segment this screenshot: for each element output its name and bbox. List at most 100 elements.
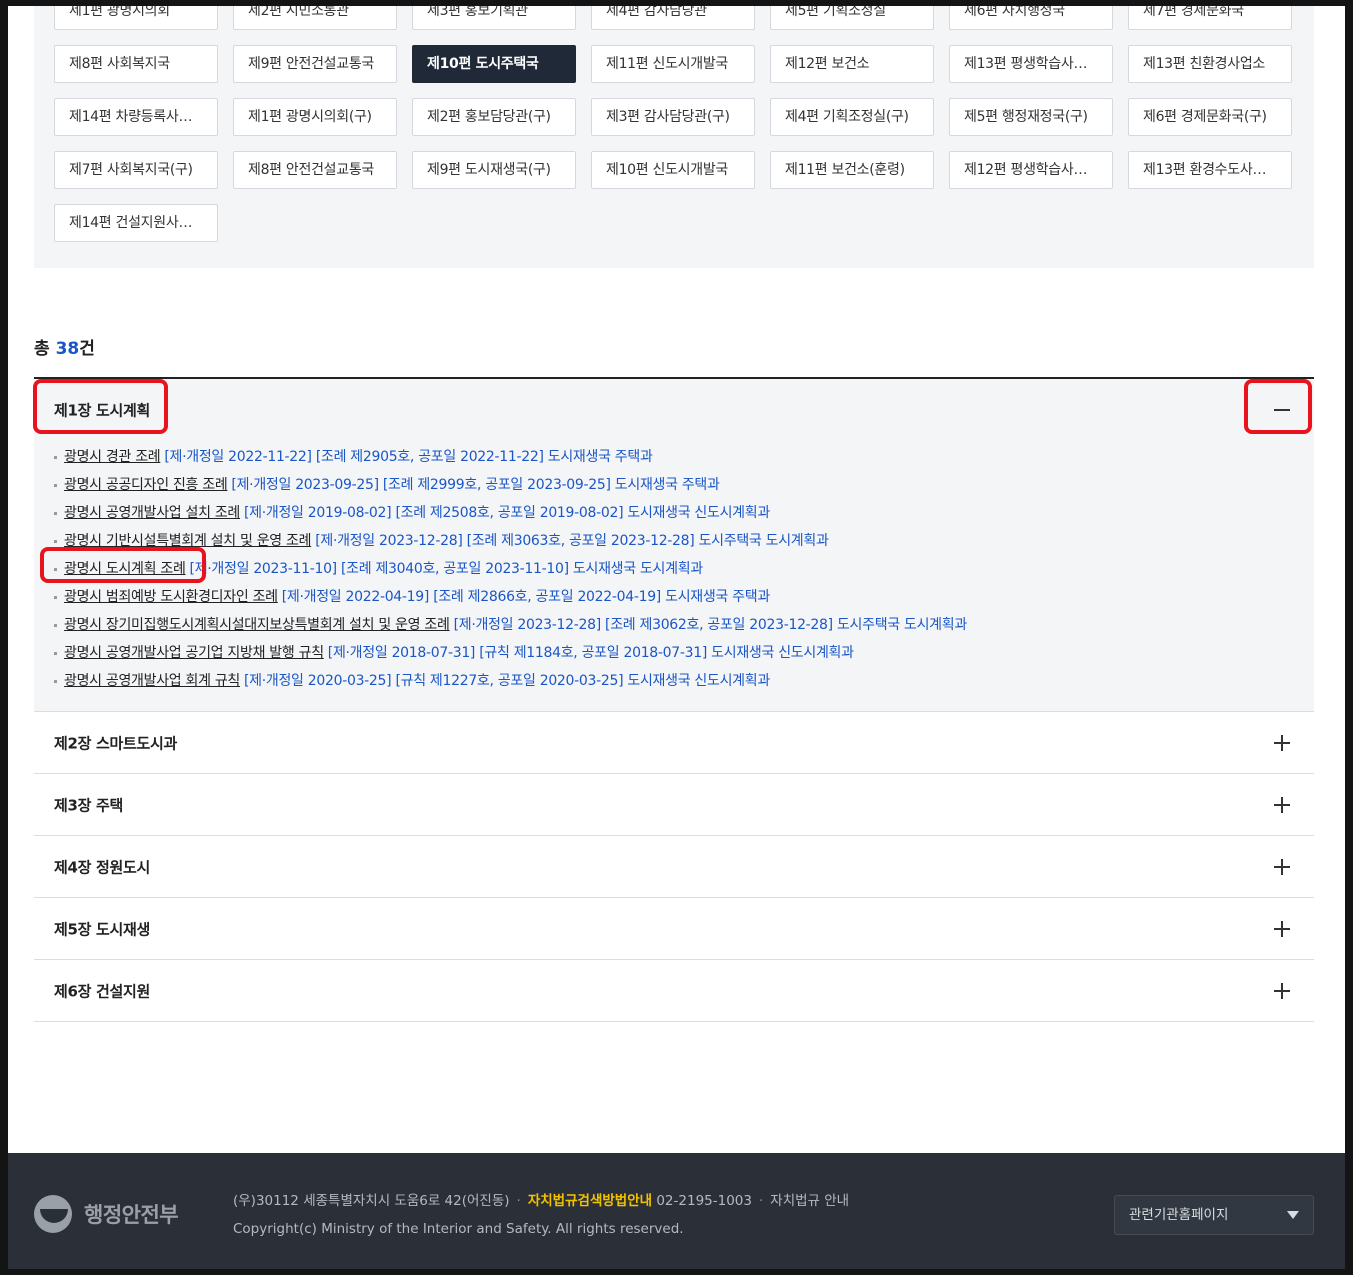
law-list-item: 광명시 범죄예방 도시환경디자인 조례 [제·개정일 2022-04-19] [조… xyxy=(54,583,1314,611)
category-button[interactable]: 제12편 평생학습사업소 xyxy=(949,151,1113,189)
law-name-link[interactable]: 광명시 기반시설특별회계 설치 및 운영 조례 xyxy=(64,533,312,549)
law-name-link[interactable]: 광명시 장기미집행도시계획시설대지보상특별회계 설치 및 운영 조례 xyxy=(64,617,450,633)
bullet-icon xyxy=(54,483,57,487)
category-button[interactable]: 제13편 환경수도사업소 xyxy=(1128,151,1292,189)
category-button[interactable]: 제5편 기획조정실 xyxy=(770,6,934,30)
law-list-item: 광명시 기반시설특별회계 설치 및 운영 조례 [제·개정일 2023-12-28… xyxy=(54,527,1314,555)
expand-plus-icon[interactable] xyxy=(1274,982,1290,999)
category-button[interactable]: 제13편 평생학습사업소 xyxy=(949,45,1113,83)
category-button[interactable]: 제10편 신도시개발국 xyxy=(591,151,755,189)
logo-text: 행정안전부 xyxy=(84,1203,179,1227)
law-name-link[interactable]: 광명시 도시계획 조례 xyxy=(64,561,186,577)
chapter-header[interactable]: 제6장 건설지원 xyxy=(34,960,1314,1021)
chapter-title[interactable]: 제2장 스마트도시과 xyxy=(54,732,177,753)
category-button[interactable]: 제8편 사회복지국 xyxy=(54,45,218,83)
expand-plus-icon[interactable] xyxy=(1274,858,1290,875)
site-footer: 행정안전부 (우)30112 세종특별자치시 도움6로 42(어진동) · 자치법규… xyxy=(8,1153,1345,1269)
law-meta: [제·개정일 2023-12-28] [조례 제3063호, 공포일 2023-… xyxy=(315,533,829,549)
law-list-item: 광명시 장기미집행도시계획시설대지보상특별회계 설치 및 운영 조례 [제·개정일… xyxy=(54,611,1314,639)
chapter-header[interactable]: 제2장 스마트도시과 xyxy=(34,712,1314,773)
category-button[interactable]: 제14편 차량등록사업소 xyxy=(54,98,218,136)
category-button[interactable]: 제2편 시민소통관 xyxy=(233,6,397,30)
law-meta: [제·개정일 2023-11-10] [조례 제3040호, 공포일 2023-… xyxy=(189,561,704,577)
law-meta: [제·개정일 2023-09-25] [조례 제2999호, 공포일 2023-… xyxy=(231,477,720,493)
category-button[interactable]: 제9편 도시재생국(구) xyxy=(412,151,576,189)
category-button[interactable]: 제14편 건설지원사업소 xyxy=(54,204,218,242)
search-guide-link[interactable]: 자치법규검색방법안내 xyxy=(528,1193,652,1209)
footer-phone: 02-2195-1003 xyxy=(656,1193,752,1209)
law-name-link[interactable]: 광명시 경관 조례 xyxy=(64,449,161,465)
total-count: 총 38건 xyxy=(34,339,95,359)
category-button[interactable]: 제8편 안전건설교통국 xyxy=(233,151,397,189)
category-button[interactable]: 제5편 행정재정국(구) xyxy=(949,98,1113,136)
bullet-icon xyxy=(54,455,57,459)
law-list-item: 광명시 공영개발사업 공기업 지방채 발행 규칙 [제·개정일 2018-07-3… xyxy=(54,639,1314,667)
bullet-icon xyxy=(54,567,57,571)
law-list-item: 광명시 공공디자인 진흥 조례 [제·개정일 2023-09-25] [조례 제2… xyxy=(54,471,1314,499)
bullet-icon xyxy=(54,595,57,599)
chapter-header[interactable]: 제4장 정원도시 xyxy=(34,836,1314,897)
law-name-link[interactable]: 광명시 공영개발사업 공기업 지방채 발행 규칙 xyxy=(64,645,324,661)
footer-address: (우)30112 세종특별자치시 도움6로 42(어진동) xyxy=(233,1193,510,1209)
category-button[interactable]: 제11편 보건소(훈령) xyxy=(770,151,934,189)
expand-plus-icon[interactable] xyxy=(1274,734,1290,751)
chapter-title[interactable]: 제4장 정원도시 xyxy=(54,856,150,877)
law-list-item: 광명시 공영개발사업 회계 규칙 [제·개정일 2020-03-25] [규칙 제… xyxy=(54,667,1314,695)
related-sites-label: 관련기관홈페이지 xyxy=(1129,1207,1229,1223)
category-button[interactable]: 제3편 홍보기획관 xyxy=(412,6,576,30)
category-button[interactable]: 제3편 감사담당관(구) xyxy=(591,98,755,136)
category-button[interactable]: 제11편 신도시개발국 xyxy=(591,45,755,83)
related-sites-select[interactable]: 관련기관홈페이지 xyxy=(1114,1195,1314,1235)
category-button[interactable]: 제4편 기획조정실(구) xyxy=(770,98,934,136)
category-button[interactable]: 제6편 경제문화국(구) xyxy=(1128,98,1292,136)
ministry-logo: 행정안전부 xyxy=(34,1195,179,1233)
law-name-link[interactable]: 광명시 공영개발사업 설치 조례 xyxy=(64,505,240,521)
law-list: 광명시 경관 조례 [제·개정일 2022-11-22] [조례 제2905호, … xyxy=(34,441,1314,711)
law-list-item: 광명시 경관 조례 [제·개정일 2022-11-22] [조례 제2905호, … xyxy=(54,443,1314,471)
taegeuk-logo-icon xyxy=(34,1195,72,1233)
chapter-header[interactable]: 제3장 주택 xyxy=(34,774,1314,835)
bullet-icon xyxy=(54,539,57,543)
expand-plus-icon[interactable] xyxy=(1274,920,1290,937)
chapter-title[interactable]: 제5장 도시재생 xyxy=(54,918,150,939)
law-name-link[interactable]: 광명시 공공디자인 진흥 조례 xyxy=(64,477,228,493)
expand-plus-icon[interactable] xyxy=(1274,796,1290,813)
law-meta: [제·개정일 2020-03-25] [규칙 제1227호, 공포일 2020-… xyxy=(244,673,770,689)
law-list-item: 광명시 도시계획 조례 [제·개정일 2023-11-10] [조례 제3040호… xyxy=(54,555,1314,583)
category-button[interactable]: 제7편 경제문화국 xyxy=(1128,6,1292,30)
law-meta: [제·개정일 2022-04-19] [조례 제2866호, 공포일 2022-… xyxy=(281,589,770,605)
chapter-header[interactable]: 제5장 도시재생 xyxy=(34,898,1314,959)
category-button[interactable]: 제12편 보건소 xyxy=(770,45,934,83)
category-button[interactable]: 제2편 홍보담당관(구) xyxy=(412,98,576,136)
category-button[interactable]: 제10편 도시주택국 xyxy=(412,45,576,83)
category-grid: 제1편 광명시의회 제2편 시민소통관 제3편 홍보기획관 제4편 감사담당관 제5편 … xyxy=(34,6,1314,268)
law-meta: [제·개정일 2022-11-22] [조례 제2905호, 공포일 2022-… xyxy=(164,449,653,465)
chapter-header[interactable]: 제1장 도시계획 xyxy=(34,379,1314,441)
collapse-minus-icon[interactable] xyxy=(1274,402,1290,418)
bullet-icon xyxy=(54,679,57,683)
chapter-title[interactable]: 제1장 도시계획 xyxy=(54,400,150,421)
law-name-link[interactable]: 광명시 공영개발사업 회계 규칙 xyxy=(64,673,240,689)
category-button[interactable]: 제9편 안전건설교통국 xyxy=(233,45,397,83)
category-button[interactable]: 제13편 친환경사업소 xyxy=(1128,45,1292,83)
category-button[interactable]: 제7편 사회복지국(구) xyxy=(54,151,218,189)
law-name-link[interactable]: 광명시 범죄예방 도시환경디자인 조례 xyxy=(64,589,278,605)
chapter-title[interactable]: 제6장 건설지원 xyxy=(54,980,150,1001)
ordinance-info-link[interactable]: 자치법규 안내 xyxy=(770,1193,849,1209)
category-button[interactable]: 제6편 자치행정국 xyxy=(949,6,1113,30)
caret-down-icon xyxy=(1287,1211,1299,1219)
chapter-item: 제1장 도시계획광명시 경관 조례 [제·개정일 2022-11-22] [조례 … xyxy=(34,379,1314,712)
law-list-item: 광명시 공영개발사업 설치 조례 [제·개정일 2019-08-02] [조례 제… xyxy=(54,499,1314,527)
footer-contact-line: (우)30112 세종특별자치시 도움6로 42(어진동) · 자치법규검색방법안내… xyxy=(233,1193,850,1209)
chapter-item: 제3장 주택 xyxy=(34,774,1314,836)
category-button[interactable]: 제4편 감사담당관 xyxy=(591,6,755,30)
chapter-title[interactable]: 제3장 주택 xyxy=(54,794,123,815)
category-button[interactable]: 제1편 광명시의회(구) xyxy=(233,98,397,136)
category-button[interactable]: 제1편 광명시의회 xyxy=(54,6,218,30)
bullet-icon xyxy=(54,651,57,655)
bullet-icon xyxy=(54,623,57,627)
page-frame: 제1편 광명시의회 제2편 시민소통관 제3편 홍보기획관 제4편 감사담당관 제5편 … xyxy=(8,6,1345,1269)
chapter-item: 제5장 도시재생 xyxy=(34,898,1314,960)
law-meta: [제·개정일 2023-12-28] [조례 제3062호, 공포일 2023-… xyxy=(453,617,968,633)
chapter-item: 제6장 건설지원 xyxy=(34,960,1314,1022)
